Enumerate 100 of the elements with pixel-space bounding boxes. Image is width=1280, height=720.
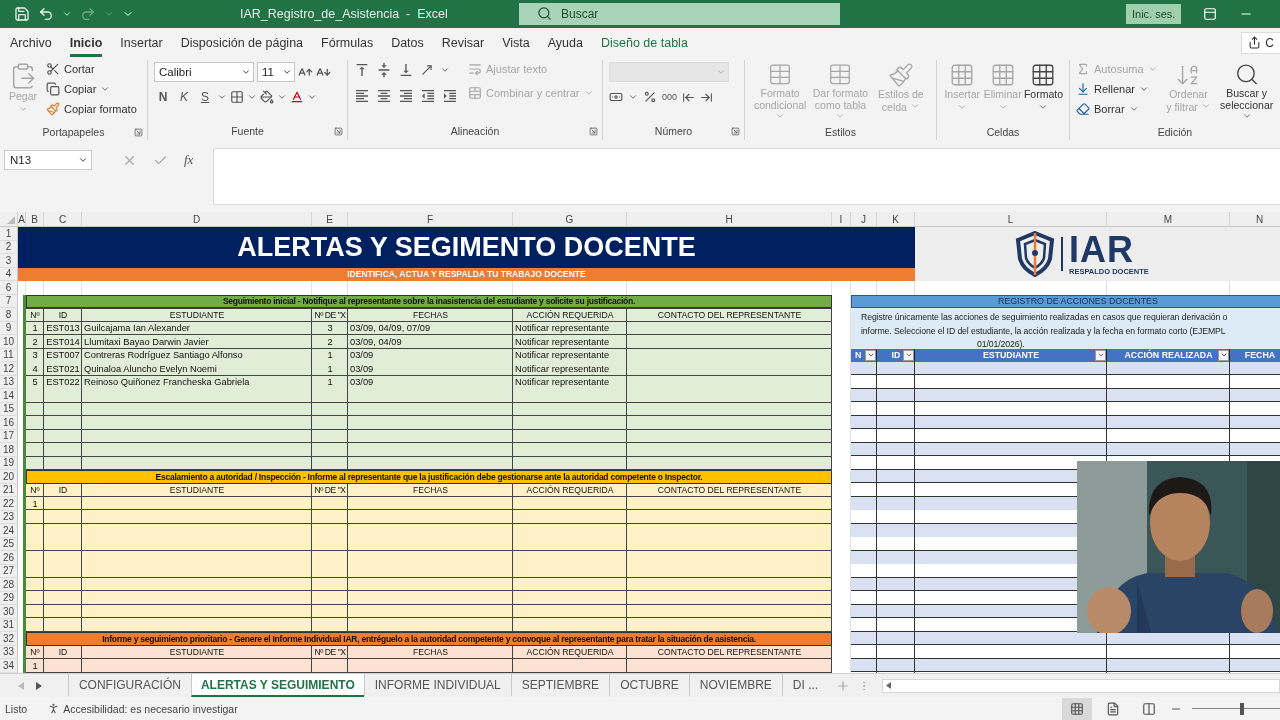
column-heading: ESTUDIANTE [168, 484, 226, 497]
menu-tab[interactable]: Datos [391, 28, 424, 57]
italic-button[interactable]: K [175, 90, 193, 104]
undo-icon[interactable] [38, 6, 54, 22]
row-header[interactable]: 3 [0, 254, 18, 268]
percent-icon[interactable] [643, 90, 657, 104]
sign-in-button[interactable]: Inic. ses. [1126, 4, 1182, 24]
borders-icon[interactable] [230, 90, 244, 104]
row-header[interactable]: 26 [0, 551, 18, 565]
row-header[interactable]: 32 [0, 632, 18, 646]
column-header[interactable]: H [627, 212, 832, 227]
row-header[interactable]: 16 [0, 416, 18, 430]
fill-button[interactable]: Rellenar [1076, 82, 1158, 96]
caret-icon [583, 88, 594, 98]
row-header[interactable]: 28 [0, 578, 18, 592]
row-header[interactable]: 10 [0, 335, 18, 349]
row-header[interactable]: 8 [0, 308, 18, 322]
column-header[interactable]: D [82, 212, 312, 227]
increase-decimal-icon[interactable] [682, 90, 696, 104]
menu-tab[interactable]: Revisar [441, 28, 485, 57]
table-cell-text: 1 [326, 362, 334, 376]
align-bottom-icon[interactable] [398, 62, 414, 78]
align-top-icon[interactable] [354, 62, 370, 78]
share-button[interactable]: C [1241, 31, 1280, 54]
search-field[interactable]: Buscar [519, 3, 840, 25]
row-header[interactable]: 1 [0, 227, 18, 241]
find-select-button[interactable]: Buscar y seleccionar [1219, 62, 1274, 124]
name-box[interactable]: N13 [4, 150, 92, 170]
copy-button[interactable]: Copiar [46, 82, 137, 96]
menu-tab[interactable]: Insertar [120, 28, 163, 57]
fill-color-icon[interactable] [260, 90, 274, 104]
formula-input[interactable] [213, 148, 1280, 205]
row-header[interactable]: 12 [0, 362, 18, 376]
insert-function-button[interactable]: fx [184, 152, 194, 168]
row-header[interactable]: 30 [0, 605, 18, 619]
filter-button[interactable] [1218, 349, 1229, 361]
font-size-field[interactable]: 11 [257, 62, 295, 82]
align-left-icon[interactable] [354, 88, 370, 104]
bold-button[interactable]: N [154, 90, 172, 104]
increase-indent-icon[interactable] [442, 88, 458, 104]
ribbon-display-icon[interactable] [1203, 7, 1218, 21]
column-header[interactable]: G [513, 212, 627, 227]
menu-tab[interactable]: Diseño de tabla [600, 28, 688, 57]
column-header[interactable]: J [851, 212, 877, 227]
row-header[interactable]: 6 [0, 281, 18, 295]
column-header[interactable]: E [312, 212, 348, 227]
clear-button[interactable]: Borrar [1076, 102, 1158, 116]
underline-button[interactable]: S [196, 90, 214, 104]
row-header[interactable]: 34 [0, 659, 18, 673]
sheet-tab[interactable]: ALERTAS Y SEGUIMIENTO [190, 674, 364, 697]
menu-tab[interactable]: Ayuda [547, 28, 583, 57]
column-header[interactable]: K [877, 212, 915, 227]
column-header[interactable]: C [44, 212, 82, 227]
menu-tab[interactable]: Disposición de página [180, 28, 304, 57]
column-header[interactable]: M [1107, 212, 1230, 227]
menu-tab[interactable]: Inicio [69, 28, 103, 57]
money-icon[interactable] [609, 90, 623, 104]
dialog-launcher-icon[interactable] [134, 127, 143, 137]
font-name-field[interactable]: Calibri [154, 62, 254, 82]
normal-view-button[interactable] [1062, 697, 1092, 720]
save-icon[interactable] [14, 6, 30, 22]
row-header[interactable]: 24 [0, 524, 18, 538]
row-header[interactable]: 20 [0, 470, 18, 484]
align-center-icon[interactable] [376, 88, 392, 104]
dialog-launcher-icon[interactable] [334, 126, 343, 136]
dialog-launcher-icon[interactable] [731, 126, 740, 136]
cells-button[interactable]: Formato [1023, 62, 1063, 124]
next-sheet-icon[interactable] [36, 681, 42, 690]
menu-tab[interactable]: Vista [502, 28, 530, 57]
column-header[interactable]: B [26, 212, 44, 227]
thousands-button[interactable]: 000 [662, 92, 678, 102]
font-color-icon[interactable] [290, 90, 304, 104]
menu-tab[interactable]: Fórmulas [321, 28, 374, 57]
row-header[interactable]: 18 [0, 443, 18, 457]
menu-tab[interactable]: Archivo [10, 28, 52, 57]
filter-button[interactable] [903, 349, 914, 361]
filter-button[interactable] [865, 349, 876, 361]
column-header[interactable]: I [832, 212, 851, 227]
horizontal-scrollbar[interactable] [882, 678, 1280, 693]
row-header[interactable]: 14 [0, 389, 18, 403]
column-header[interactable]: F [348, 212, 513, 227]
align-middle-icon[interactable] [376, 62, 392, 78]
caret-icon[interactable] [62, 9, 72, 19]
zoom-slider-thumb[interactable] [1240, 702, 1244, 715]
decrease-indent-icon[interactable] [420, 88, 436, 104]
row-header[interactable]: 22 [0, 497, 18, 511]
caret-icon [1128, 104, 1139, 114]
column-heading: ID [57, 308, 69, 322]
column-header[interactable]: N [1230, 212, 1280, 227]
dialog-launcher-icon[interactable] [589, 126, 598, 136]
format-painter-button[interactable]: Copiar formato [46, 102, 137, 116]
text-angle-icon[interactable] [420, 63, 434, 77]
align-right-icon[interactable] [398, 88, 414, 104]
filter-button[interactable] [1095, 349, 1106, 361]
caret-icon [628, 92, 638, 102]
accessibility-status[interactable]: Accesibilidad: es necesario investigar [63, 702, 238, 715]
decrease-decimal-icon[interactable] [700, 90, 714, 104]
scroll-left-icon[interactable] [886, 682, 892, 689]
column-header[interactable]: L [915, 212, 1107, 227]
cut-button[interactable]: Cortar [46, 62, 137, 76]
